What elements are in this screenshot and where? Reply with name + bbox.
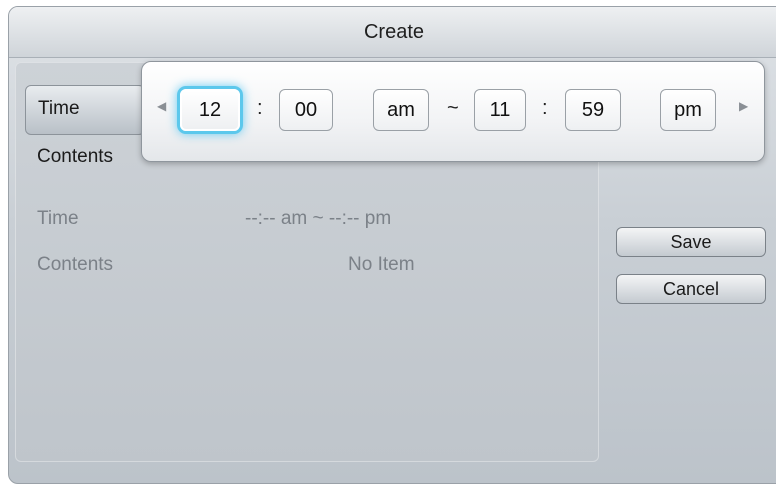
end-hour-field[interactable]: 11 xyxy=(474,89,526,131)
save-button[interactable]: Save xyxy=(616,227,766,257)
end-ampm-field[interactable]: pm xyxy=(660,89,716,131)
start-time-separator: : xyxy=(257,97,263,119)
right-arrow-icon[interactable]: ▶ xyxy=(739,99,748,113)
range-separator: ~ xyxy=(447,97,459,119)
end-minute-field[interactable]: 59 xyxy=(565,89,621,131)
tab-contents[interactable]: Contents xyxy=(37,146,113,168)
time-range-picker: ◀ 12 : 00 am ~ 11 : 59 pm ▶ xyxy=(141,61,765,162)
start-hour-field[interactable]: 12 xyxy=(180,89,240,131)
tab-time[interactable]: Time xyxy=(25,85,145,135)
time-info-value: --:-- am ~ --:-- pm xyxy=(245,208,392,229)
dialog-title: Create xyxy=(363,21,425,43)
contents-info-label: Contents xyxy=(37,254,114,275)
start-minute-field[interactable]: 00 xyxy=(279,89,333,131)
left-arrow-icon[interactable]: ◀ xyxy=(157,99,166,113)
end-time-separator: : xyxy=(542,97,548,119)
time-info-label: Time xyxy=(37,208,79,229)
contents-info-value: No Item xyxy=(348,254,415,275)
start-ampm-field[interactable]: am xyxy=(373,89,429,131)
cancel-button[interactable]: Cancel xyxy=(616,274,766,304)
dialog-titlebar: Create xyxy=(9,7,776,58)
tab-time-label: Time xyxy=(38,98,80,119)
